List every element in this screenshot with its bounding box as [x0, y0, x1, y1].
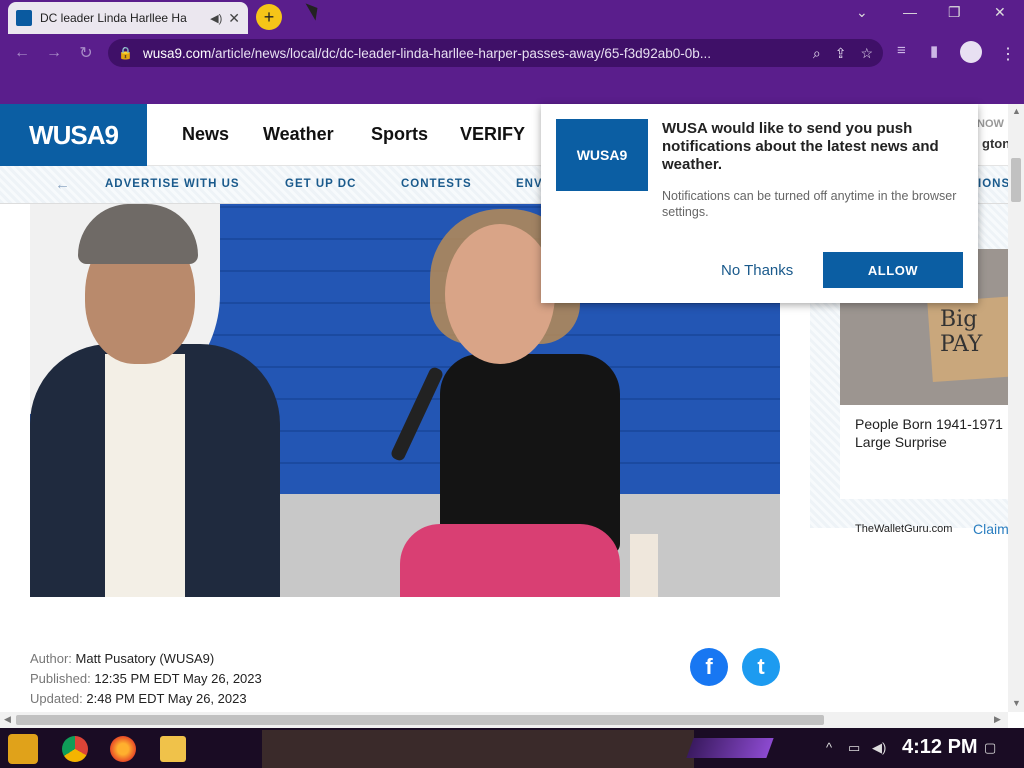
- subnav-partial[interactable]: IONS: [978, 178, 1010, 190]
- no-thanks-button[interactable]: No Thanks: [721, 262, 793, 279]
- byline-published: Published: 12:35 PM EDT May 26, 2023: [30, 671, 262, 686]
- taskbar-decoration: [686, 738, 774, 758]
- vertical-scrollbar[interactable]: ▲ ▼: [1008, 104, 1024, 712]
- ad-claim-link[interactable]: Claim: [973, 521, 1009, 537]
- scroll-up-arrow-icon[interactable]: ▲: [1012, 106, 1021, 116]
- wusa-favicon-icon: [16, 10, 32, 26]
- chrome-app-icon[interactable]: [62, 736, 88, 762]
- volume-icon[interactable]: ◀): [872, 740, 886, 756]
- address-bar[interactable]: 🔒 wusa9.com/article/news/local/dc/dc-lea…: [108, 39, 883, 67]
- nav-verify[interactable]: VERIFY: [460, 124, 525, 145]
- now-location: gton: [982, 136, 1011, 151]
- byline-author: Author: Matt Pusatory (WUSA9): [30, 651, 215, 666]
- now-label: NOW: [977, 118, 1004, 130]
- mouse-cursor-icon: [305, 0, 323, 21]
- side-panel-icon[interactable]: ▮: [930, 42, 938, 60]
- new-tab-button[interactable]: +: [256, 4, 282, 30]
- twitter-share-icon[interactable]: t: [742, 648, 780, 686]
- back-arrow-icon[interactable]: ←: [6, 44, 38, 62]
- tab-title: DC leader Linda Harllee Ha: [40, 11, 187, 25]
- profile-avatar-icon[interactable]: [960, 41, 982, 63]
- reading-list-icon[interactable]: ≡: [897, 42, 906, 59]
- bookmark-star-icon[interactable]: ☆: [860, 45, 873, 62]
- subnav-back-arrow-icon[interactable]: ←: [55, 176, 70, 193]
- man-shirt: [105, 354, 185, 597]
- taskbar-window-preview: [262, 730, 694, 768]
- url-text: wusa9.com/article/news/local/dc/dc-leade…: [142, 45, 711, 61]
- network-icon[interactable]: ▭: [848, 740, 860, 756]
- woman-skirt: [400, 524, 620, 597]
- minimize-button[interactable]: —: [903, 4, 917, 20]
- tab-strip: DC leader Linda Harllee Ha ◀) ✕ + ⌄ — ❐ …: [0, 0, 1024, 34]
- taskbar: ^ ▭ ◀) 4:12 PM ▢: [0, 728, 1024, 768]
- search-icon[interactable]: ⌕: [813, 45, 821, 62]
- speaker-icon[interactable]: ◀): [210, 12, 222, 25]
- author-name: Matt Pusatory (WUSA9): [75, 651, 215, 666]
- menu-dots-icon[interactable]: ⋮: [1000, 44, 1016, 64]
- subnav-contests[interactable]: CONTESTS: [401, 178, 472, 190]
- ad-headline[interactable]: People Born 1941-1971 Large Surprise: [855, 415, 1005, 451]
- subnav-env[interactable]: ENV: [516, 178, 543, 190]
- firefox-app-icon[interactable]: [110, 736, 136, 762]
- tab-search-icon[interactable]: ⌄: [856, 4, 868, 21]
- lock-icon[interactable]: 🔒: [118, 46, 133, 60]
- nav-sports[interactable]: Sports: [371, 124, 428, 145]
- share-icon[interactable]: ⇪: [835, 45, 847, 62]
- push-notification-prompt: WUSA9 WUSA would like to send you push n…: [541, 104, 978, 303]
- forward-arrow-icon[interactable]: →: [38, 44, 70, 62]
- wusa9-logo[interactable]: WUSA9: [0, 104, 147, 166]
- horizontal-scroll-thumb[interactable]: [16, 715, 824, 725]
- scroll-left-arrow-icon[interactable]: ◀: [4, 714, 11, 725]
- browser-tab[interactable]: DC leader Linda Harllee Ha ◀) ✕: [8, 2, 248, 34]
- notification-subtitle: Notifications can be turned off anytime …: [662, 189, 957, 219]
- updated-date: 2:48 PM EDT May 26, 2023: [86, 691, 247, 706]
- page-top-band: [0, 72, 1024, 104]
- tab-close-icon[interactable]: ✕: [228, 10, 240, 27]
- scroll-down-arrow-icon[interactable]: ▼: [1012, 698, 1021, 708]
- ad-sign-text: Big PAY: [940, 307, 983, 357]
- tray-expand-icon[interactable]: ^: [826, 740, 832, 755]
- nav-weather[interactable]: Weather: [263, 124, 334, 145]
- notification-title: WUSA would like to send you push notific…: [662, 120, 939, 173]
- close-window-button[interactable]: ✕: [994, 4, 1006, 21]
- restore-button[interactable]: ❐: [948, 4, 961, 21]
- notification-center-icon[interactable]: ▢: [984, 740, 996, 756]
- scroll-right-arrow-icon[interactable]: ▶: [994, 714, 1001, 725]
- subnav-get-up-dc[interactable]: GET UP DC: [285, 178, 356, 190]
- taskbar-clock[interactable]: 4:12 PM: [902, 736, 978, 759]
- notification-logo: WUSA9: [556, 119, 648, 191]
- horizontal-scrollbar[interactable]: ◀ ▶: [0, 712, 1008, 728]
- start-button-icon[interactable]: [8, 734, 38, 764]
- vertical-scroll-thumb[interactable]: [1011, 158, 1021, 202]
- allow-button[interactable]: ALLOW: [823, 252, 963, 288]
- woman-head: [445, 224, 555, 364]
- browser-toolbar: ← → ↻ 🔒 wusa9.com/article/news/local/dc/…: [0, 34, 1024, 72]
- ad-source: TheWalletGuru.com: [855, 523, 953, 535]
- file-explorer-app-icon[interactable]: [160, 736, 186, 762]
- byline-updated: Updated: 2:48 PM EDT May 26, 2023: [30, 691, 247, 706]
- published-date: 12:35 PM EDT May 26, 2023: [94, 671, 262, 686]
- nav-news[interactable]: News: [182, 124, 229, 145]
- reload-icon[interactable]: ↻: [70, 43, 102, 63]
- subnav-advertise[interactable]: ADVERTISE WITH US: [105, 178, 240, 190]
- facebook-share-icon[interactable]: f: [690, 648, 728, 686]
- chair: [630, 534, 658, 597]
